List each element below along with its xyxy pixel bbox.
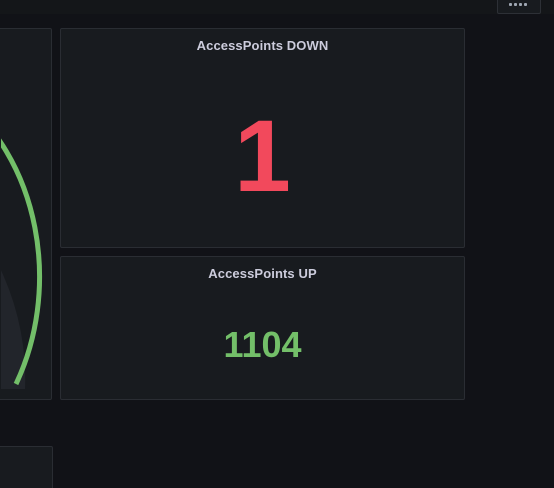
gauge-background [1,270,26,389]
panel-title: AccessPoints DOWN [196,38,329,53]
accesspoints-down-panel[interactable]: AccessPoints DOWN 1 [60,28,465,248]
dashboard-top-bar [0,0,554,14]
stat-value: 1104 [223,324,302,365]
panel-title: AccessPoints UP [208,266,317,281]
gauge-panel[interactable] [0,28,52,400]
view-menu-button[interactable] [497,0,541,14]
lower-left-panel[interactable] [0,446,53,488]
gauge-visualization [1,138,43,389]
dashboard: AccessPoints DOWN 1 AccessPoints UP 1104 [0,0,554,488]
accesspoints-up-panel[interactable]: AccessPoints UP 1104 [60,256,465,400]
view-menu-icon [509,3,529,9]
stat-value: 1 [234,99,291,213]
